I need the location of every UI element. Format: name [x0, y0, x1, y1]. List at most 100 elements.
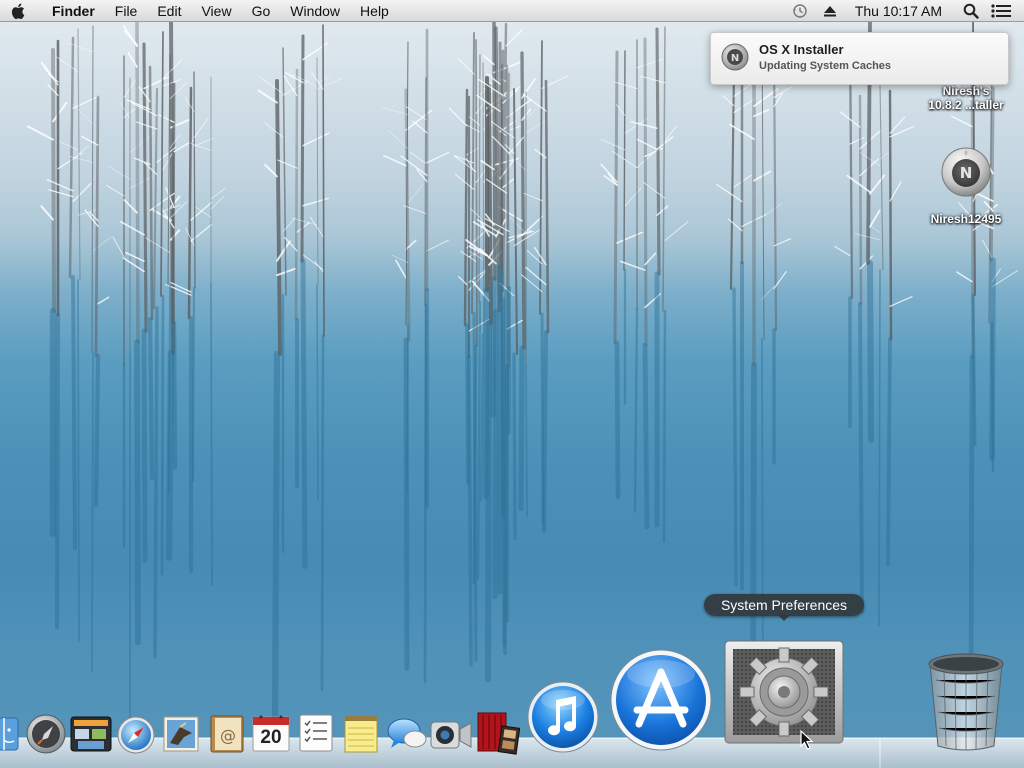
wallpaper-reflection	[866, 259, 875, 443]
app-store-icon	[610, 649, 712, 751]
wallpaper-branch	[506, 98, 533, 119]
eject-icon[interactable]	[815, 0, 845, 22]
wallpaper-tree	[471, 32, 475, 314]
wallpaper-reflection	[54, 312, 61, 630]
wallpaper-branch	[468, 116, 481, 126]
wallpaper-branch	[773, 238, 792, 247]
wallpaper-branch	[283, 75, 298, 97]
wallpaper-branch	[72, 95, 100, 109]
dock-tooltip: System Preferences	[704, 594, 864, 616]
dock-reminders[interactable]	[297, 713, 335, 758]
menu-edit[interactable]: Edit	[147, 0, 191, 22]
disk-icon: N	[940, 146, 992, 198]
wallpaper-branch	[26, 125, 54, 141]
dock-facetime[interactable]	[430, 718, 472, 757]
wallpaper-branch	[193, 138, 214, 147]
spotlight-icon[interactable]	[956, 0, 986, 22]
mission-control-icon	[70, 716, 112, 752]
notification-banner[interactable]: N OS X Installer Updating System Caches	[710, 32, 1009, 85]
wallpaper-reflection	[71, 275, 77, 551]
wallpaper-branch	[753, 170, 772, 182]
wallpaper-branch	[291, 73, 318, 87]
wallpaper-branch	[716, 183, 743, 203]
wallpaper-branch	[392, 254, 409, 263]
wallpaper-tree	[167, 54, 171, 286]
desktop-icon-label: Niresh12495	[930, 212, 1002, 226]
messages-icon	[387, 718, 427, 748]
wallpaper-reflection	[316, 284, 319, 501]
wallpaper-branch	[210, 195, 225, 210]
reminders-icon	[299, 714, 333, 752]
wallpaper-branch	[521, 215, 543, 237]
wallpaper-reflection	[878, 269, 881, 627]
wallpaper-branch	[412, 120, 428, 134]
dock-notes[interactable]	[342, 714, 380, 759]
wallpaper-tree	[613, 50, 619, 345]
menu-file[interactable]: File	[105, 0, 148, 22]
notification-center-icon[interactable]	[986, 0, 1016, 22]
dock-calendar[interactable]: 20	[251, 714, 291, 759]
wallpaper-branch	[405, 106, 427, 120]
wallpaper-tree	[475, 39, 478, 347]
wallpaper-branch	[664, 221, 689, 241]
wallpaper-reflection	[525, 365, 528, 518]
wallpaper-reflection	[77, 279, 80, 642]
wallpaper-tree	[193, 71, 196, 289]
wallpaper-branch	[407, 183, 424, 203]
menu-window[interactable]: Window	[280, 0, 350, 22]
wallpaper-branch	[285, 72, 304, 84]
wallpaper-branch	[457, 58, 475, 75]
dock-photo-booth[interactable]	[476, 711, 521, 760]
wallpaper-tree	[623, 50, 626, 271]
wallpaper-tree	[300, 34, 305, 263]
wallpaper-reflection	[989, 257, 996, 461]
menu-finder[interactable]: Finder	[38, 0, 105, 22]
wallpaper-branch	[409, 151, 427, 164]
dock-messages[interactable]	[386, 714, 428, 759]
dock-safari[interactable]	[117, 716, 155, 759]
dock-mission-control[interactable]	[70, 715, 112, 758]
safari-icon	[117, 716, 155, 754]
wallpaper-tree	[152, 87, 159, 310]
menu-clock[interactable]: Thu 10:17 AM	[845, 0, 956, 22]
dock-contacts[interactable]: @	[207, 714, 247, 759]
wallpaper-reflection	[472, 344, 478, 585]
dock-itunes[interactable]	[526, 680, 600, 759]
apple-menu-icon[interactable]	[0, 0, 38, 22]
wallpaper-tree	[51, 48, 56, 313]
wallpaper-reflection	[406, 324, 409, 495]
wallpaper-branch	[124, 30, 138, 46]
wallpaper-branch	[889, 181, 902, 202]
dock-system-preferences[interactable]	[724, 640, 844, 749]
wallpaper-tree	[135, 19, 140, 344]
menu-go[interactable]: Go	[242, 0, 281, 22]
wallpaper-branch	[869, 209, 881, 228]
wallpaper-branch	[193, 118, 209, 139]
wallpaper-branch	[951, 115, 973, 128]
wallpaper-branch	[834, 245, 851, 257]
wallpaper-branch	[426, 151, 450, 164]
wallpaper-branch	[454, 155, 475, 164]
dock-launchpad[interactable]	[26, 714, 66, 759]
dock-finder[interactable]	[0, 716, 20, 757]
wallpaper-branch	[46, 179, 74, 192]
wallpaper-branch	[448, 107, 468, 127]
wallpaper-branch	[773, 86, 793, 99]
desktop-icon-label: Niresh's	[942, 84, 990, 98]
menu-help[interactable]: Help	[350, 0, 399, 22]
svg-text:@: @	[220, 726, 236, 745]
wallpaper-branch	[314, 261, 324, 273]
desktop-icon-niresh-disk[interactable]: N Niresh12495	[918, 146, 1014, 226]
dock-trash[interactable]	[924, 650, 1008, 757]
wallpaper-branch	[125, 251, 145, 263]
wallpaper-reflection	[93, 353, 101, 508]
wallpaper-branch	[870, 225, 881, 233]
desktop-icon-installer-disk[interactable]: Niresh's 10.8.2 ...taller	[918, 84, 1014, 112]
time-machine-icon[interactable]	[785, 0, 815, 22]
menu-view[interactable]: View	[191, 0, 241, 22]
wallpaper-tree	[487, 84, 493, 325]
dock-app-store[interactable]	[609, 648, 713, 757]
wallpaper-branch	[600, 138, 626, 151]
dock-mail[interactable]	[160, 713, 202, 760]
wallpaper-reflection	[732, 287, 738, 587]
